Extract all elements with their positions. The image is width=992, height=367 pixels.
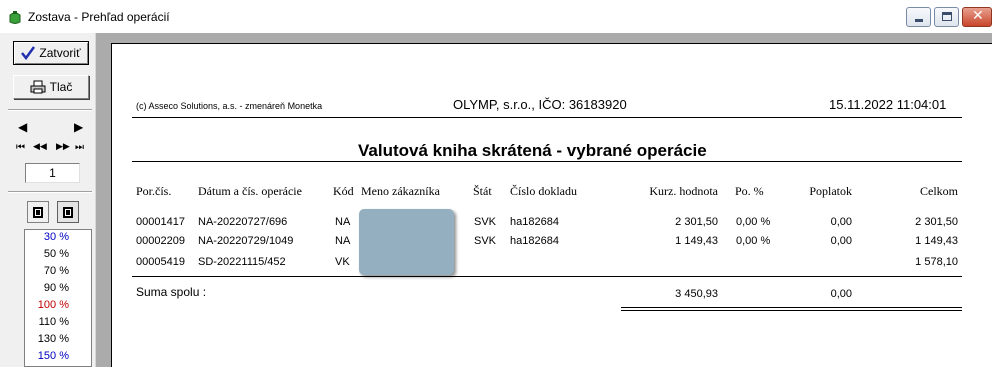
- minimize-button[interactable]: [906, 7, 931, 27]
- cell-po: 0,00 %: [736, 235, 771, 247]
- cell-por: 00002209: [136, 235, 185, 247]
- company-id: OLYMP, s.r.o., IČO: 36183920: [453, 97, 627, 112]
- report-page: (c) Asseco Solutions, a.s. - zmenáreň Mo…: [111, 43, 992, 367]
- cell-doklad: ha182684: [510, 216, 559, 228]
- sum-kurz: 3 450,93: [675, 288, 718, 300]
- back-page-icon[interactable]: ◀◀: [33, 142, 47, 152]
- table-rule: [132, 276, 962, 277]
- col-header-poplatok: Poplatok: [809, 184, 852, 198]
- single-page-view-button[interactable]: [27, 201, 49, 223]
- next-page-icon[interactable]: ▶: [74, 120, 83, 134]
- printer-icon: [30, 80, 46, 94]
- col-header-por: Por.čís.: [136, 184, 172, 198]
- title-bar: Zostava - Prehľad operácií ✕: [0, 0, 992, 33]
- cell-doklad: ha182684: [510, 235, 559, 247]
- page-view-icon: [33, 206, 43, 218]
- cell-stat: SVK: [474, 216, 497, 228]
- redacted-customer-names: [359, 209, 454, 275]
- page-number-input[interactable]: 1: [25, 163, 80, 183]
- cell-po: 0,00 %: [736, 216, 771, 228]
- checkmark-icon: [21, 46, 36, 60]
- col-header-celkom: Celkom: [920, 184, 958, 198]
- zoom-list[interactable]: 30 % 50 % 70 % 90 % 100 % 110 % 130 % 15…: [24, 229, 92, 367]
- window-title: Zostava - Prehľad operácií: [28, 10, 170, 24]
- left-panel: Zatvoriť Tlač ◀ ▶ ⏮ ◀◀ ▶▶ ⏭ 1 30 % 50 % …: [0, 33, 96, 367]
- close-icon: ✕: [972, 8, 984, 24]
- header-rule: [132, 117, 962, 118]
- prev-page-icon[interactable]: ◀: [18, 120, 27, 134]
- zoom-option[interactable]: 110 %: [25, 316, 69, 328]
- zoom-option[interactable]: 50 %: [25, 248, 69, 260]
- separator: [8, 109, 92, 111]
- col-header-kod: Kód: [333, 184, 354, 198]
- cell-kurz: 1 149,43: [675, 235, 718, 247]
- cell-celkom: 2 301,50: [915, 216, 958, 228]
- print-button[interactable]: Tlač: [13, 75, 89, 99]
- cell-poplatok: 0,00: [830, 216, 852, 228]
- first-page-icon[interactable]: ⏮: [16, 142, 25, 153]
- company-note: (c) Asseco Solutions, a.s. - zmenáreň Mo…: [136, 101, 323, 111]
- cell-kod: NA: [335, 235, 351, 247]
- report-datetime: 15.11.2022 11:04:01: [829, 97, 947, 112]
- minimize-icon: [915, 19, 923, 22]
- close-report-label: Zatvoriť: [39, 46, 81, 60]
- sum-double-rule: [621, 310, 962, 311]
- full-page-view-button[interactable]: [57, 201, 79, 223]
- close-window-button[interactable]: ✕: [962, 7, 992, 27]
- report-viewer[interactable]: (c) Asseco Solutions, a.s. - zmenáreň Mo…: [96, 33, 992, 367]
- forward-page-icon[interactable]: ▶▶: [56, 142, 70, 152]
- title-rule: [132, 161, 962, 162]
- close-report-button[interactable]: Zatvoriť: [13, 41, 89, 65]
- maximize-button[interactable]: [934, 7, 959, 27]
- zoom-option[interactable]: 100 %: [25, 299, 69, 311]
- cell-datum: SD-20221115/452: [198, 256, 286, 268]
- cell-datum: NA-20220729/1049: [198, 235, 294, 247]
- col-header-doklad: Číslo dokladu: [510, 184, 578, 198]
- zoom-option[interactable]: 30 %: [25, 231, 69, 243]
- cell-stat: SVK: [474, 235, 497, 247]
- cell-kurz: 2 301,50: [675, 216, 718, 228]
- sum-double-rule: [621, 307, 962, 308]
- zoom-option[interactable]: 70 %: [25, 265, 69, 277]
- report-title: Valutová kniha skrátená - vybrané operác…: [358, 141, 707, 160]
- sum-poplatok: 0,00: [830, 288, 852, 300]
- col-header-meno: Meno zákazníka: [361, 184, 440, 198]
- cell-por: 00001417: [136, 216, 185, 228]
- col-header-po: Po. %: [735, 184, 764, 198]
- app-icon: [9, 11, 21, 24]
- page-view-icon: [63, 206, 73, 218]
- cell-celkom: 1 578,10: [915, 256, 958, 268]
- cell-kod: VK: [335, 256, 350, 268]
- zoom-option[interactable]: 90 %: [25, 282, 69, 294]
- cell-kod: NA: [335, 216, 351, 228]
- maximize-icon: [942, 12, 952, 21]
- cell-poplatok: 0,00: [830, 235, 852, 247]
- zoom-option[interactable]: 130 %: [25, 333, 69, 345]
- cell-datum: NA-20220727/696: [198, 216, 288, 228]
- col-header-datum: Dátum a čís. operácie: [198, 184, 302, 198]
- zoom-option[interactable]: 150 %: [25, 350, 69, 362]
- sum-label: Suma spolu :: [136, 285, 207, 299]
- col-header-stat: Štát: [473, 184, 492, 198]
- separator: [8, 191, 92, 193]
- cell-celkom: 1 149,43: [915, 235, 958, 247]
- last-page-icon[interactable]: ⏭: [75, 142, 84, 153]
- cell-por: 00005419: [136, 256, 185, 268]
- col-header-kurz: Kurz. hodnota: [649, 184, 718, 198]
- print-label: Tlač: [49, 80, 73, 94]
